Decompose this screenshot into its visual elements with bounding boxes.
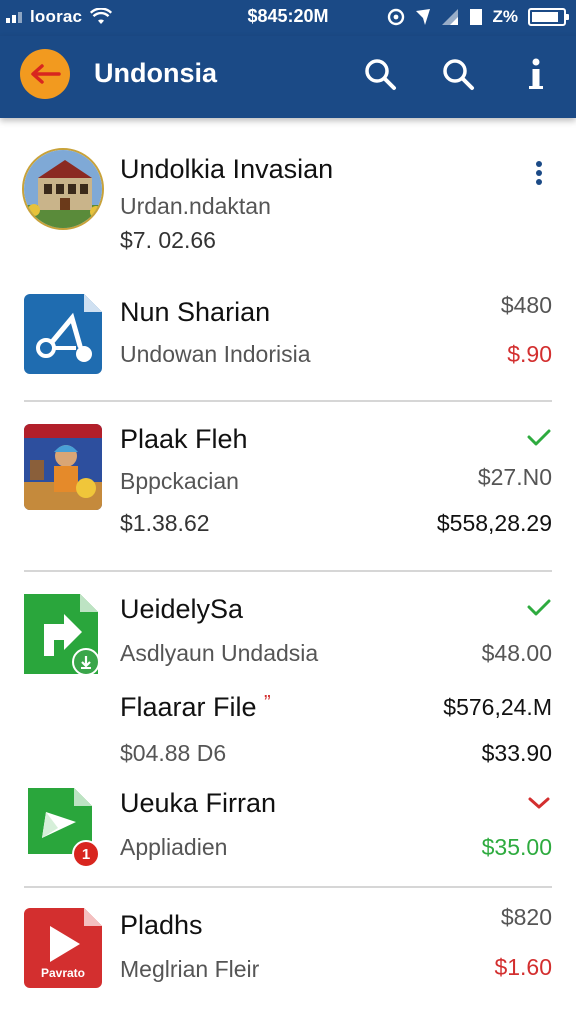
location-icon [415, 9, 430, 25]
item-value-bottom: $33.90 [481, 740, 552, 766]
notification-badge: 1 [72, 840, 100, 868]
play-file-thumbnail: Pavrato [24, 908, 102, 988]
item-title-mark: ” [264, 692, 271, 714]
status-bar: loorac $845:20M Z% [0, 0, 576, 36]
thumbnail-label: Pavrato [40, 966, 86, 980]
send-file-thumbnail: 1 [28, 788, 100, 868]
item-value-mid: $48.00 [481, 640, 552, 666]
item-title: Ueuka Firran [120, 788, 277, 818]
item-value-bottom: $1.60 [494, 954, 552, 980]
search-icon [443, 59, 474, 90]
poster-thumbnail [24, 424, 102, 510]
back-arrow-icon [31, 64, 61, 84]
battery-icon [528, 8, 569, 26]
at-icon [387, 8, 404, 26]
info-icon [529, 58, 543, 89]
list-item[interactable]: 1 Ueuka Firran Appliadien $35.00 [0, 788, 576, 886]
item-title: Nun Sharian [120, 297, 271, 327]
battery-fill [532, 12, 558, 22]
more-vert-icon [536, 161, 542, 185]
cell-signal-icon [441, 9, 458, 25]
check-icon [527, 599, 551, 616]
item-price: $7. 02.66 [120, 227, 216, 253]
chevron-down-icon [528, 797, 550, 809]
app-bar: Undonsia [0, 36, 576, 118]
expand-button[interactable] [524, 788, 554, 818]
poster-photo [24, 424, 102, 510]
item-subtitle: Meglrian Fleir [120, 956, 260, 982]
list-item[interactable]: UeidelySa Asdlyaun Undadsia $48.00 [0, 572, 576, 680]
list-item[interactable]: Pavrato Pladhs Meglrian Fleir $820 $1.60 [0, 888, 576, 1008]
share-app-thumbnail [24, 294, 102, 374]
item-subtitle: Urdan.ndaktan [120, 193, 271, 219]
carrier-label: loorac [30, 7, 83, 26]
item-value-top: $820 [500, 904, 552, 930]
item-value-top: $480 [500, 292, 552, 318]
item-subtitle: Asdlyaun Undadsia [120, 640, 319, 666]
status-left: loorac [6, 6, 113, 28]
wifi-icon [90, 8, 113, 24]
search-icon [365, 59, 396, 90]
list-item[interactable]: Nun Sharian Undowan Indorisia $480 $.90 [0, 268, 576, 400]
list-item[interactable]: Undolkia Invasian Urdan.ndaktan $7. 02.6… [0, 118, 576, 268]
info-button[interactable] [516, 54, 556, 94]
item-value-bottom: $558,28.29 [436, 510, 552, 536]
item-subtitle: Bppckacian [120, 468, 239, 494]
item-subtitle: Appliadien [120, 834, 228, 860]
list-item[interactable]: Plaak Fleh Bppckacian $1.38.62 $27.N0 $5… [0, 402, 576, 570]
sim-icon [469, 9, 482, 25]
item-value-top: $576,24.M [443, 694, 552, 720]
page-title: Undonsia [94, 58, 218, 88]
list-item[interactable]: Flaarar File ” $04.88 D6 $576,24.M $33.9… [0, 680, 576, 788]
share-app-icon [24, 294, 102, 374]
item-title: Pladhs [120, 910, 203, 940]
item-value-mid: $27.N0 [477, 464, 552, 490]
item-title: UeidelySa [120, 594, 244, 624]
app-bar-actions [360, 54, 556, 94]
search-button-secondary[interactable] [438, 54, 478, 94]
download-icon [81, 656, 91, 669]
item-price: $1.38.62 [120, 510, 210, 536]
status-right: Z% [387, 5, 569, 29]
signal-icon [6, 11, 22, 23]
more-options-button[interactable] [524, 158, 554, 188]
item-subtitle: Undowan Indorisia [120, 341, 311, 367]
back-button[interactable] [20, 49, 70, 99]
search-button[interactable] [360, 54, 400, 94]
check-icon [527, 429, 551, 446]
check-status [524, 592, 554, 622]
battery-text: Z% [492, 7, 519, 26]
download-badge [72, 648, 100, 676]
item-title: Undolkia Invasian [120, 154, 334, 184]
check-status [524, 422, 554, 452]
item-value-bottom: $.90 [507, 341, 552, 367]
building-thumbnail [22, 148, 104, 230]
item-title: Flaarar File [120, 692, 257, 722]
item-title-wrap: Flaarar File ” [120, 692, 271, 723]
forward-file-thumbnail [24, 594, 100, 676]
item-subtitle: $04.88 D6 [120, 740, 227, 766]
item-value-bottom: $35.00 [481, 834, 552, 860]
item-title: Plaak Fleh [120, 424, 248, 454]
